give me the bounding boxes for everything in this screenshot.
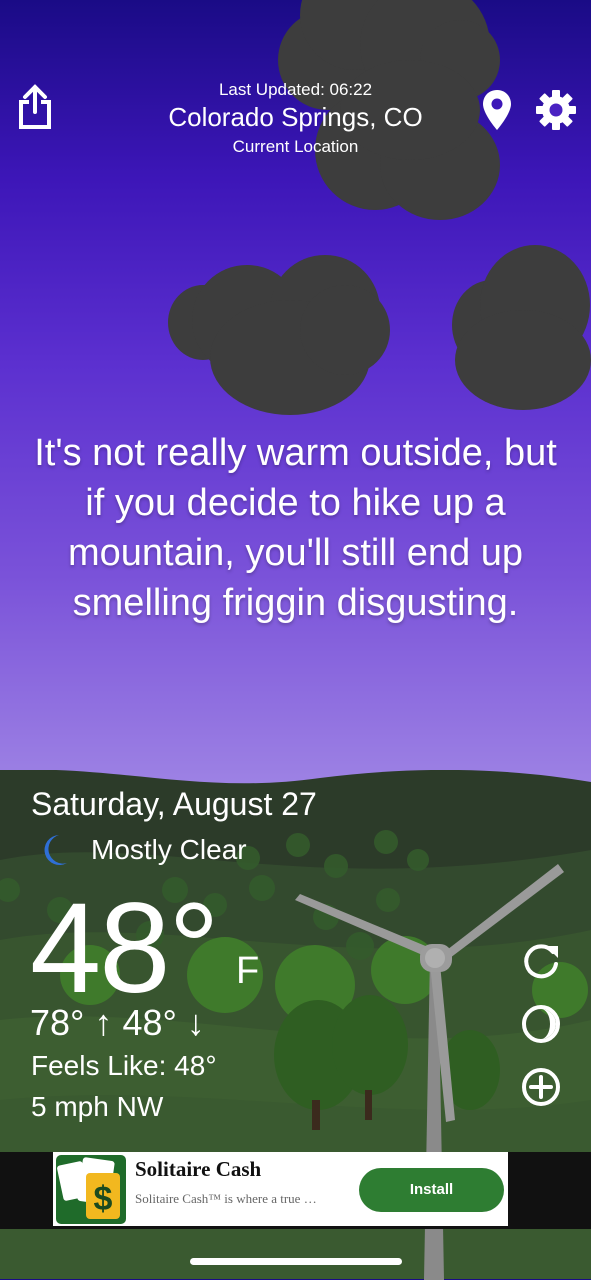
home-indicator[interactable] <box>190 1258 402 1265</box>
high-low-temps: 78° ↑ 48° ↓ <box>30 1002 205 1043</box>
refresh-icon[interactable] <box>520 940 562 982</box>
theme-icon[interactable] <box>520 1003 562 1045</box>
last-updated: Last Updated: 06:22 <box>218 80 373 99</box>
ad-subtitle: Solitaire Cash™ is where a true … <box>135 1191 317 1206</box>
crescent-moon-icon <box>44 835 67 865</box>
condition-label: Mostly Clear <box>91 834 247 865</box>
svg-text:$: $ <box>94 1180 113 1218</box>
wind-speed: 5 mph NW <box>31 1091 164 1122</box>
current-location-label: Current Location <box>232 137 359 156</box>
feels-like: Feels Like: 48° <box>31 1050 217 1081</box>
weather-quote: It's not really warm outside, but if you… <box>34 432 557 624</box>
temperature-unit[interactable]: F <box>236 950 259 993</box>
ad-title[interactable]: Solitaire Cash <box>135 1157 261 1182</box>
solitaire-app-icon[interactable]: $ <box>56 1155 126 1224</box>
add-icon[interactable] <box>520 1066 562 1108</box>
date-label: Saturday, August 27 <box>31 786 317 822</box>
city-name[interactable]: Colorado Springs, CO <box>0 102 591 133</box>
install-button[interactable]: Install <box>359 1168 504 1212</box>
temperature-value: 48° <box>30 877 220 1020</box>
